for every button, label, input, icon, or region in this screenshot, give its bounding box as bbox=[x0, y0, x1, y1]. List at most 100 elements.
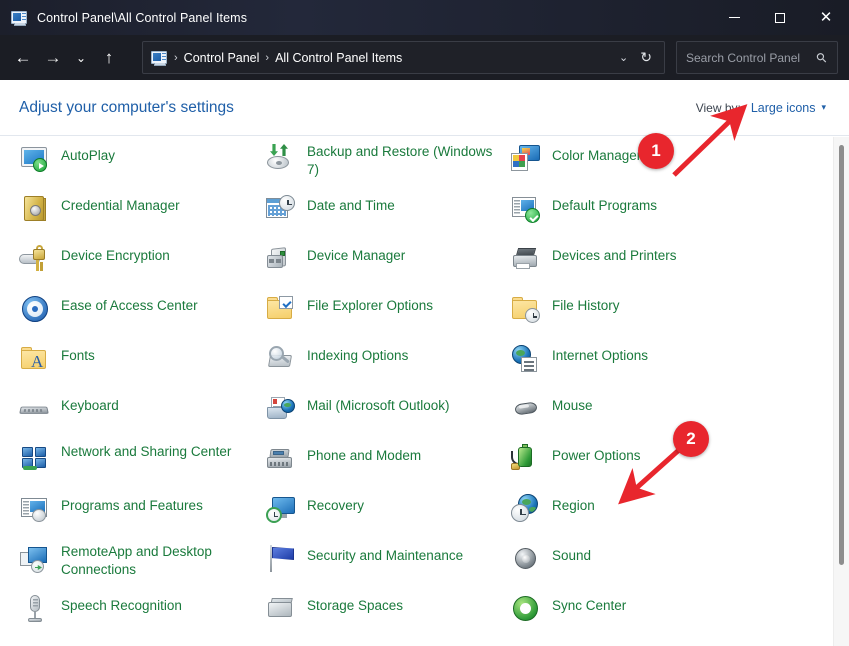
control-panel-item-label[interactable]: Default Programs bbox=[552, 193, 657, 215]
back-arrow-icon[interactable]: ← bbox=[8, 43, 38, 73]
control-panel-item-label[interactable]: File Explorer Options bbox=[307, 293, 433, 315]
control-panel-item-label[interactable]: Devices and Printers bbox=[552, 243, 677, 265]
control-panel-item-label[interactable]: Storage Spaces bbox=[307, 593, 403, 615]
control-panel-item-label[interactable]: Backup and Restore (Windows 7) bbox=[307, 143, 503, 179]
annotation-badge-2: 2 bbox=[673, 421, 709, 457]
control-panel-item-label[interactable]: Mouse bbox=[552, 393, 593, 415]
control-panel-item-label[interactable]: Speech Recognition bbox=[61, 593, 182, 615]
scrollbar-thumb[interactable] bbox=[839, 145, 844, 565]
device-manager-icon bbox=[265, 243, 299, 275]
control-panel-item[interactable]: Recovery bbox=[265, 487, 510, 537]
forward-arrow-icon[interactable]: → bbox=[38, 43, 68, 73]
breadcrumb-item-all-items[interactable]: All Control Panel Items bbox=[275, 51, 402, 65]
control-panel-item[interactable]: Device Encryption bbox=[19, 237, 264, 287]
control-panel-item[interactable]: Sync Center bbox=[510, 587, 755, 637]
autoplay-icon bbox=[19, 143, 53, 175]
power-options-icon bbox=[510, 443, 544, 475]
ease-of-access-icon bbox=[19, 293, 53, 325]
search-icon[interactable]: ⚲ bbox=[813, 48, 831, 66]
chevron-down-icon[interactable]: ▾ bbox=[821, 102, 826, 113]
vertical-scrollbar[interactable] bbox=[833, 137, 849, 646]
control-panel-item-label[interactable]: Security and Maintenance bbox=[307, 543, 463, 565]
control-panel-item[interactable]: AutoPlay bbox=[19, 137, 264, 187]
recovery-icon bbox=[265, 493, 299, 525]
control-panel-item-label[interactable]: Device Encryption bbox=[61, 243, 170, 265]
control-panel-item-label[interactable]: Network and Sharing Center bbox=[61, 443, 231, 461]
programs-features-icon bbox=[19, 493, 53, 525]
annotation-badge-1: 1 bbox=[638, 133, 674, 169]
control-panel-item-label[interactable]: Region bbox=[552, 493, 595, 515]
control-panel-item-label[interactable]: Credential Manager bbox=[61, 193, 180, 215]
window-controls: ✕ bbox=[711, 0, 849, 35]
control-panel-item-label[interactable]: Date and Time bbox=[307, 193, 395, 215]
control-panel-item[interactable]: Storage Spaces bbox=[265, 587, 510, 637]
control-panel-item-label[interactable]: Programs and Features bbox=[61, 493, 203, 515]
control-panel-item-label[interactable]: Phone and Modem bbox=[307, 443, 421, 465]
minimize-button[interactable] bbox=[711, 0, 757, 35]
color-management-icon bbox=[510, 143, 544, 175]
control-panel-item[interactable]: Date and Time bbox=[265, 187, 510, 237]
control-panel-item-label[interactable]: File History bbox=[552, 293, 620, 315]
storage-spaces-icon bbox=[265, 593, 299, 625]
items-grid: AutoPlay Credential Manager Device Encrypt… bbox=[0, 137, 826, 646]
sync-center-icon bbox=[510, 593, 544, 625]
control-panel-item[interactable]: AFonts bbox=[19, 337, 264, 387]
view-by-value[interactable]: Large icons bbox=[751, 101, 816, 115]
search-input-placeholder[interactable]: Search Control Panel bbox=[686, 51, 800, 65]
control-panel-item[interactable]: File History bbox=[510, 287, 755, 337]
control-panel-item[interactable]: Keyboard bbox=[19, 387, 264, 437]
maximize-button[interactable] bbox=[757, 0, 803, 35]
control-panel-item[interactable]: Speech Recognition bbox=[19, 587, 264, 637]
control-panel-item-label[interactable]: Sync Center bbox=[552, 593, 626, 615]
control-panel-item[interactable]: Mail (Microsoft Outlook) bbox=[265, 387, 510, 437]
default-programs-icon bbox=[510, 193, 544, 225]
close-button[interactable]: ✕ bbox=[803, 0, 849, 35]
control-panel-item[interactable]: Indexing Options bbox=[265, 337, 510, 387]
control-panel-item[interactable]: Credential Manager bbox=[19, 187, 264, 237]
breadcrumb-separator: › bbox=[174, 52, 178, 64]
control-panel-item-label[interactable]: Recovery bbox=[307, 493, 364, 515]
control-panel-item[interactable]: Sound bbox=[510, 537, 755, 587]
keyboard-icon bbox=[19, 393, 53, 425]
date-time-icon bbox=[265, 193, 299, 225]
devices-printers-icon bbox=[510, 243, 544, 275]
search-box[interactable]: Search Control Panel ⚲ bbox=[676, 41, 838, 74]
remoteapp-icon bbox=[19, 543, 53, 575]
control-panel-item[interactable]: Phone and Modem bbox=[265, 437, 510, 487]
network-sharing-icon bbox=[19, 443, 53, 475]
control-panel-item-label[interactable]: Indexing Options bbox=[307, 343, 408, 365]
region-icon bbox=[510, 493, 544, 525]
control-panel-item-label[interactable]: Ease of Access Center bbox=[61, 293, 198, 315]
control-panel-item-label[interactable]: Sound bbox=[552, 543, 591, 565]
address-bar[interactable]: › Control Panel › All Control Panel Item… bbox=[142, 41, 665, 74]
control-panel-item[interactable]: Ease of Access Center bbox=[19, 287, 264, 337]
control-panel-item-label[interactable]: Internet Options bbox=[552, 343, 648, 365]
control-panel-item[interactable]: Programs and Features bbox=[19, 487, 264, 537]
sound-icon bbox=[510, 543, 544, 575]
control-panel-item[interactable]: File Explorer Options bbox=[265, 287, 510, 337]
control-panel-item[interactable]: Device Manager bbox=[265, 237, 510, 287]
backup-restore-icon bbox=[265, 143, 299, 175]
mail-icon bbox=[265, 393, 299, 425]
mouse-icon bbox=[510, 393, 544, 425]
control-panel-item[interactable]: Internet Options bbox=[510, 337, 755, 387]
control-panel-item[interactable]: Backup and Restore (Windows 7) bbox=[265, 137, 510, 187]
control-panel-item-label[interactable]: Keyboard bbox=[61, 393, 119, 415]
address-control-panel-icon bbox=[151, 50, 168, 66]
up-arrow-icon[interactable]: ↑ bbox=[94, 43, 124, 73]
indexing-options-icon bbox=[265, 343, 299, 375]
control-panel-item[interactable]: Devices and Printers bbox=[510, 237, 755, 287]
recent-locations-chevron-icon[interactable]: ⌄ bbox=[68, 43, 94, 73]
file-history-icon bbox=[510, 293, 544, 325]
breadcrumb-item-control-panel[interactable]: Control Panel bbox=[184, 51, 260, 65]
control-panel-item-label[interactable]: Mail (Microsoft Outlook) bbox=[307, 393, 450, 415]
control-panel-item-label[interactable]: Device Manager bbox=[307, 243, 405, 265]
control-panel-item[interactable]: Security and Maintenance bbox=[265, 537, 510, 587]
control-panel-item[interactable]: RemoteApp and Desktop Connections bbox=[19, 537, 264, 587]
refresh-icon[interactable]: ↻ bbox=[640, 49, 664, 66]
control-panel-item-label[interactable]: Fonts bbox=[61, 343, 95, 365]
control-panel-item-label[interactable]: RemoteApp and Desktop Connections bbox=[61, 543, 257, 579]
address-dropdown-chevron-icon[interactable]: ⌄ bbox=[607, 51, 640, 64]
control-panel-item-label[interactable]: AutoPlay bbox=[61, 143, 115, 165]
control-panel-item[interactable]: Network and Sharing Center bbox=[19, 437, 264, 487]
